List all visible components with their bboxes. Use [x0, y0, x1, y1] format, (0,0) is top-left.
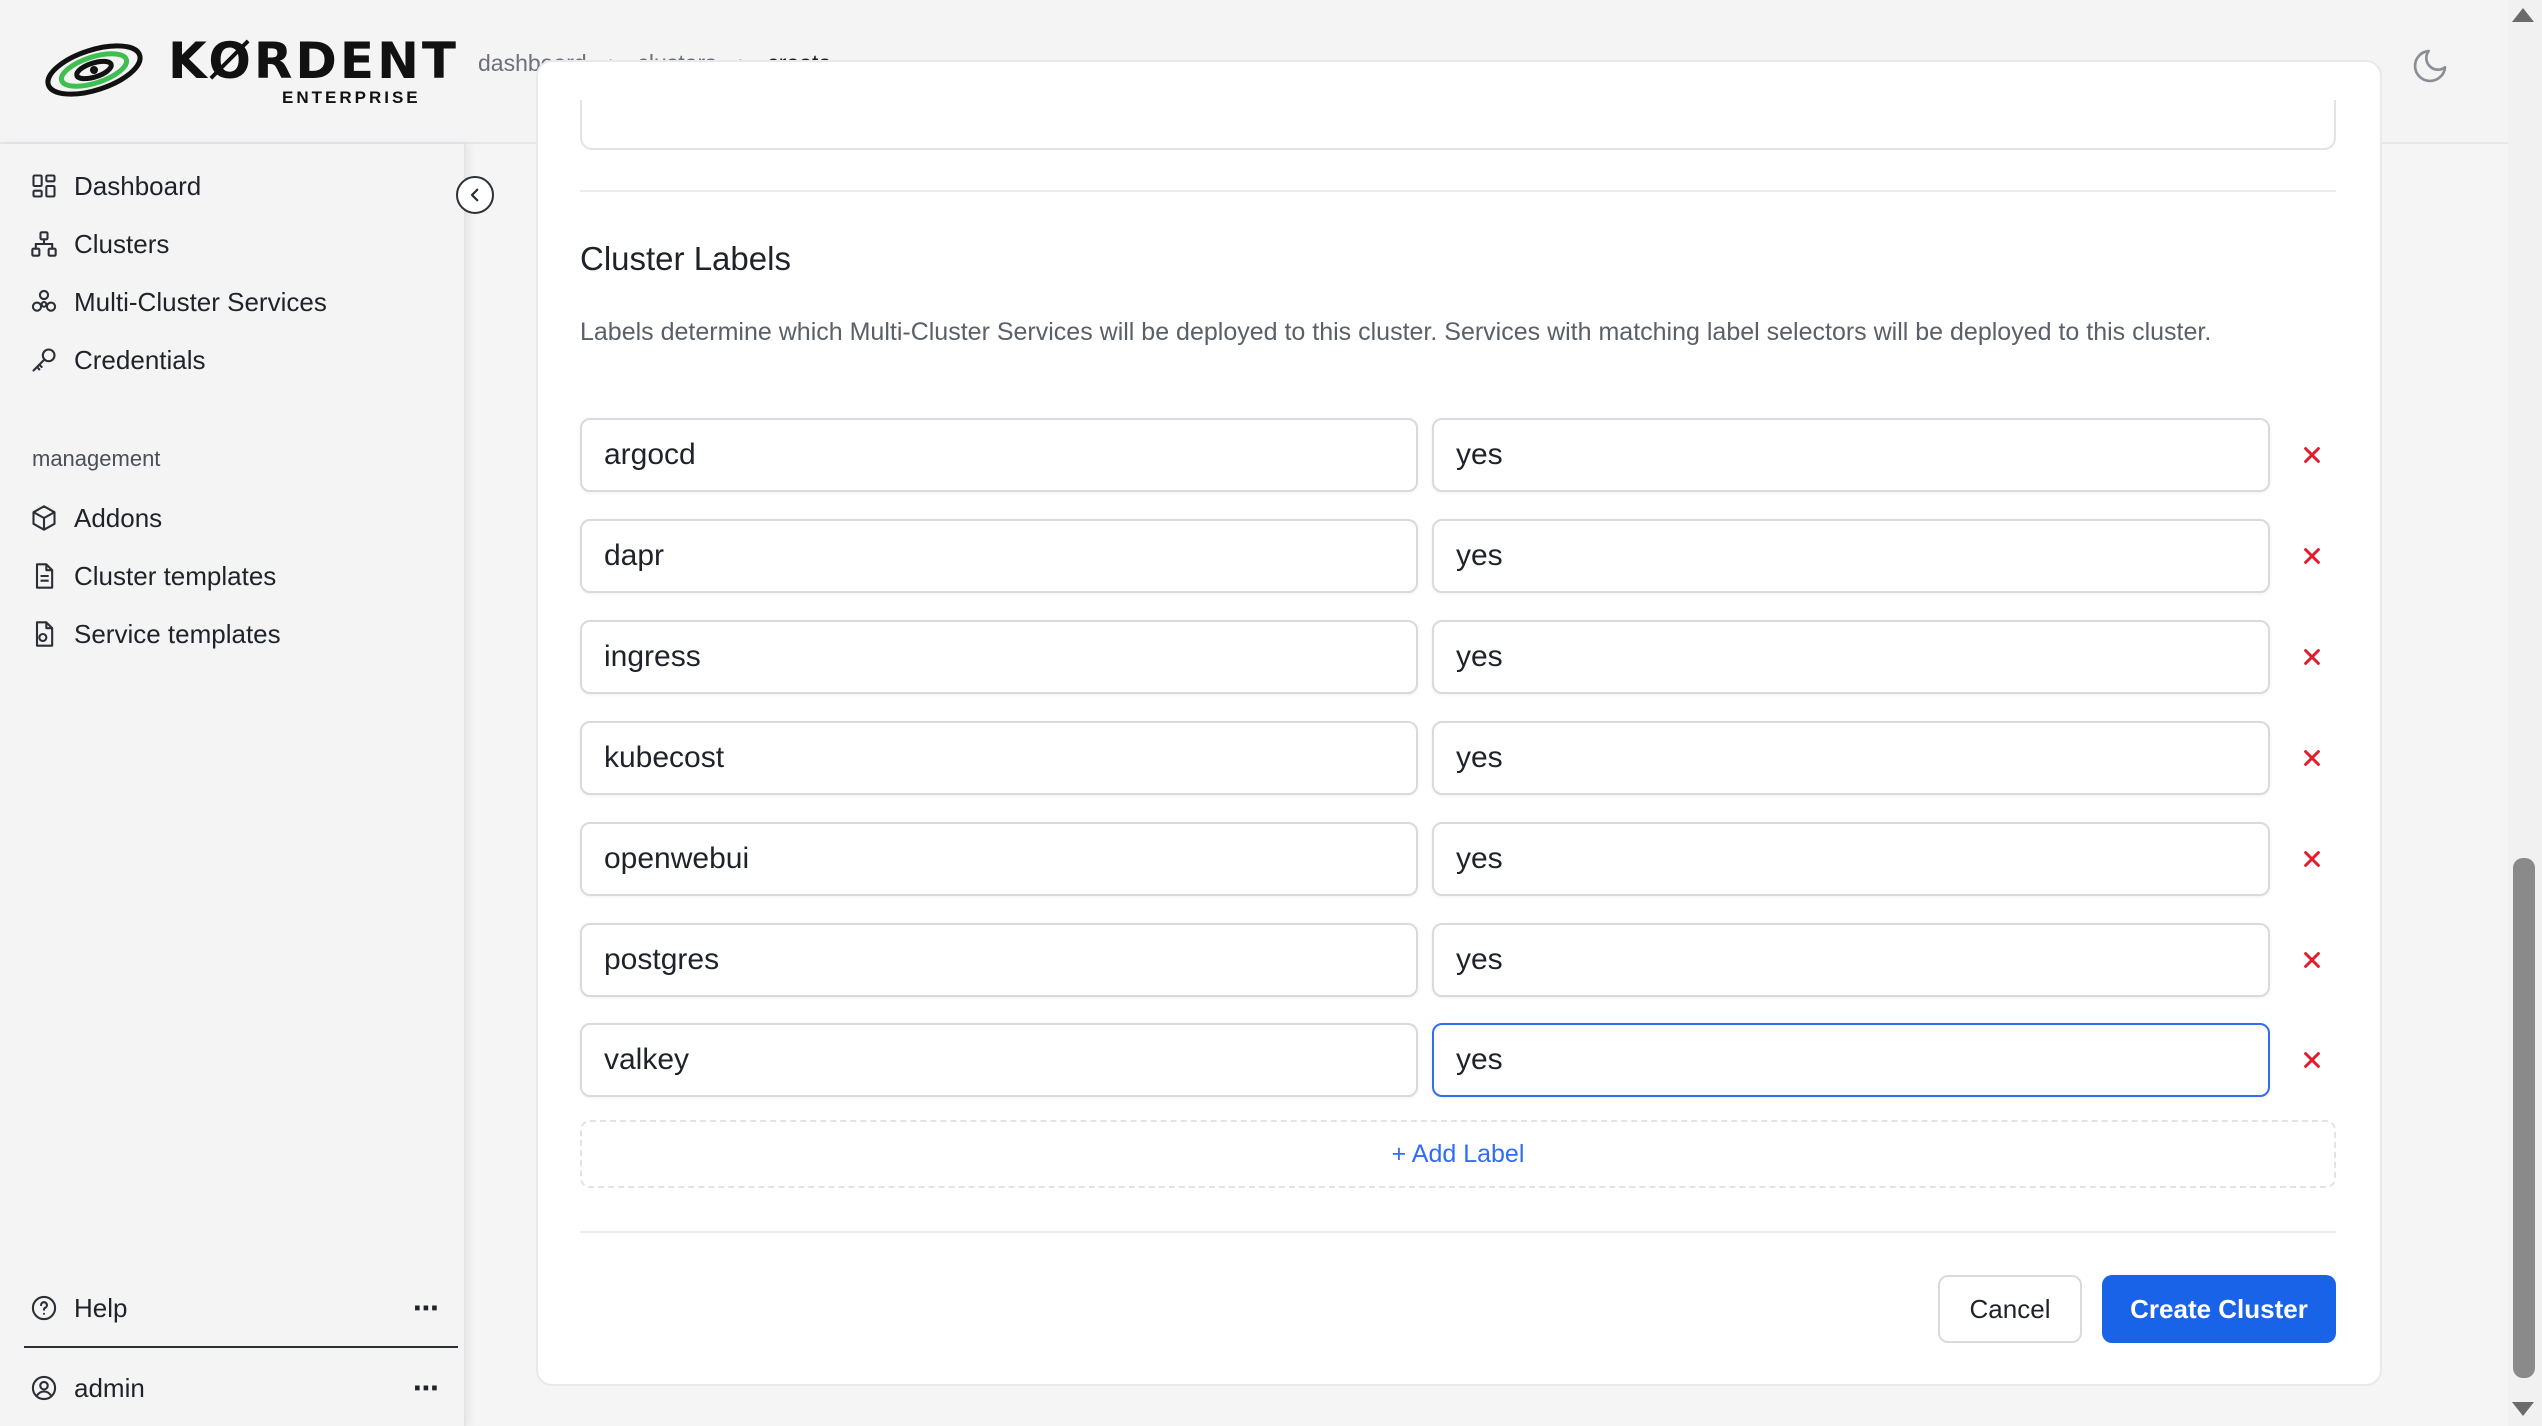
sidebar-item-service-templates[interactable]: Service templates: [30, 612, 281, 656]
brand-name: KØRDENT: [168, 32, 460, 90]
label-row: [580, 620, 2340, 694]
label-key-input[interactable]: [580, 1023, 1418, 1097]
sidebar-item-label: Service templates: [74, 618, 281, 649]
clusters-icon: [31, 231, 57, 257]
label-value-input[interactable]: [1432, 822, 2270, 896]
chevron-left-icon: [470, 188, 479, 202]
dashboard-icon: [32, 174, 56, 198]
close-icon: [2304, 548, 2320, 564]
label-row: [580, 519, 2340, 593]
label-value-input[interactable]: [1432, 418, 2270, 492]
label-row: [580, 923, 2340, 997]
remove-label-button[interactable]: [2294, 538, 2330, 574]
close-icon: [2304, 649, 2320, 665]
cube-icon: [32, 505, 56, 531]
label-key-input[interactable]: [580, 923, 1418, 997]
cluster-labels-title: Cluster Labels: [580, 240, 791, 277]
label-value-input[interactable]: [1432, 1023, 2270, 1097]
sidebar-item-cluster-templates[interactable]: Cluster templates: [30, 554, 276, 598]
user-circle-icon: [31, 1375, 57, 1401]
sidebar-item-label: Dashboard: [74, 170, 202, 201]
brand-subtitle: ENTERPRISE: [282, 88, 421, 107]
label-value-input[interactable]: [1432, 721, 2270, 795]
help-circle-icon: [31, 1295, 57, 1321]
sidebar-item-addons[interactable]: Addons: [30, 496, 162, 540]
remove-label-button[interactable]: [2294, 841, 2330, 877]
close-icon: [2304, 1052, 2320, 1068]
sidebar-item-clusters[interactable]: Clusters: [30, 222, 169, 266]
help-label: Help: [74, 1292, 128, 1323]
sidebar-item-label: Clusters: [74, 228, 170, 259]
brand-logo[interactable]: KØRDENT ENTERPRISE: [42, 28, 456, 112]
sidebar-item-credentials[interactable]: Credentials: [30, 338, 206, 382]
cluster-labels-description: Labels determine which Multi-Cluster Ser…: [580, 318, 2212, 346]
create-cluster-button[interactable]: Create Cluster: [2102, 1275, 2336, 1343]
scroll-up-arrow-icon[interactable]: [2512, 8, 2534, 22]
galaxy-logo-icon: [45, 43, 143, 97]
collapse-sidebar-button[interactable]: [456, 176, 494, 214]
remove-label-button[interactable]: [2294, 1042, 2330, 1078]
service-file-icon: [35, 621, 54, 647]
label-key-input[interactable]: [580, 620, 1418, 694]
label-key-input[interactable]: [580, 721, 1418, 795]
label-key-input[interactable]: [580, 519, 1418, 593]
sidebar-item-label: Credentials: [74, 344, 206, 375]
file-icon: [35, 563, 54, 589]
sidebar-item-dashboard[interactable]: Dashboard: [30, 164, 201, 208]
remove-label-button[interactable]: [2294, 942, 2330, 978]
sidebar-item-multi-cluster-services[interactable]: Multi-Cluster Services: [30, 280, 327, 324]
more-options-icon[interactable]: ⋯: [413, 1293, 440, 1324]
label-row: [580, 721, 2340, 795]
sidebar-user[interactable]: admin ⋯: [30, 1366, 440, 1410]
cancel-button[interactable]: Cancel: [1938, 1275, 2082, 1343]
close-icon: [2304, 851, 2320, 867]
scrollbar-thumb[interactable]: [2513, 858, 2535, 1378]
close-icon: [2304, 447, 2320, 463]
scroll-down-arrow-icon[interactable]: [2512, 1402, 2534, 1416]
sidebar-help[interactable]: Help ⋯: [30, 1286, 440, 1330]
sidebar-item-label: Cluster templates: [74, 560, 277, 591]
moon-icon[interactable]: [2410, 46, 2450, 86]
close-icon: [2304, 750, 2320, 766]
add-label-button[interactable]: + Add Label: [580, 1120, 2336, 1188]
label-row: [580, 418, 2340, 492]
label-value-input[interactable]: [1432, 923, 2270, 997]
user-name: admin: [74, 1372, 145, 1403]
remove-label-button[interactable]: [2294, 437, 2330, 473]
more-options-icon[interactable]: ⋯: [413, 1373, 440, 1404]
section-divider: [580, 190, 2336, 192]
close-icon: [2304, 952, 2320, 968]
label-value-input[interactable]: [1432, 519, 2270, 593]
label-key-input[interactable]: [580, 418, 1418, 492]
remove-label-button[interactable]: [2294, 639, 2330, 675]
actions-divider: [580, 1231, 2336, 1233]
label-key-input[interactable]: [580, 822, 1418, 896]
label-row: [580, 1023, 2340, 1097]
key-icon: [32, 348, 56, 372]
label-row: [580, 822, 2340, 896]
multi-cluster-icon: [31, 289, 57, 312]
sidebar-divider: [24, 1346, 458, 1348]
remove-label-button[interactable]: [2294, 740, 2330, 776]
sidebar-item-label: Multi-Cluster Services: [74, 286, 327, 317]
management-section-label: management: [32, 446, 161, 471]
previous-field[interactable]: [580, 100, 2336, 150]
sidebar: [0, 144, 466, 1426]
label-value-input[interactable]: [1432, 620, 2270, 694]
sidebar-item-label: Addons: [74, 502, 163, 533]
